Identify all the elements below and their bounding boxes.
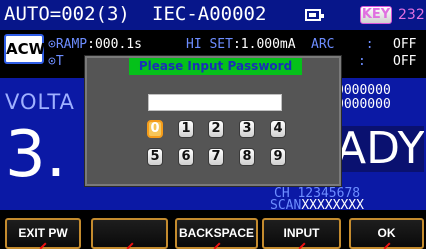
scan-values: XXXXXXXX [301, 198, 364, 213]
softkey-bar: EXIT PW BACKSPACE INPUT OK [0, 218, 426, 249]
softkey-2-button[interactable] [91, 218, 168, 249]
backspace-button[interactable]: BACKSPACE [175, 218, 258, 249]
arc-label: ARC [311, 37, 335, 52]
key-5[interactable]: 5 [147, 148, 163, 166]
auto-indicator: AUTO=002(3) [4, 3, 130, 25]
ok-label: OK [377, 226, 396, 240]
key-3[interactable]: 3 [239, 120, 255, 138]
dialog-title: Please Input Password [129, 58, 302, 75]
instrument-screen: AUTO=002(3) IEC-A00002 KEY 232 ACW ⊙RAMP… [0, 0, 426, 249]
softkey-pointer-icon [383, 242, 391, 249]
scan-label: SCAN [270, 198, 302, 213]
hiset-param: HI SET:1.000mA [186, 37, 296, 52]
backspace-label: BACKSPACE [178, 226, 255, 240]
input-button[interactable]: INPUT [262, 218, 341, 249]
key-7[interactable]: 7 [208, 148, 224, 166]
softkey-pointer-icon [39, 242, 47, 249]
key-4[interactable]: 4 [270, 120, 286, 138]
key-1[interactable]: 1 [178, 120, 194, 138]
scan-row: SCANXXXXXXXX [270, 199, 364, 212]
key-6[interactable]: 6 [178, 148, 194, 166]
battery-icon [305, 9, 324, 21]
mode-badge: ACW [4, 34, 45, 64]
test-name: IEC-A00002 [152, 3, 267, 25]
timer-param-label: ⊙T [48, 54, 64, 69]
key-8[interactable]: 8 [239, 148, 255, 166]
ramp-value: :000.1s [87, 37, 142, 52]
input-label: INPUT [283, 226, 320, 240]
interface-indicator: 232 [398, 7, 425, 23]
arc-param: ARC : [311, 37, 374, 52]
right-readout-bottom: 0000000 [336, 97, 391, 112]
right-readout: 0000000 0000000 [336, 84, 391, 112]
exit-password-button[interactable]: EXIT PW [5, 218, 81, 249]
softkey-pointer-icon [298, 242, 306, 249]
arc-value: OFF [393, 37, 417, 52]
status-bar: AUTO=002(3) IEC-A00002 KEY 232 [0, 0, 426, 30]
exit-password-label: EXIT PW [18, 226, 68, 240]
second-param-label: : [357, 54, 366, 69]
softkey-pointer-icon [126, 242, 134, 249]
key-lock-icon: KEY [360, 6, 392, 24]
ramp-param: ⊙RAMP:000.1s [48, 37, 142, 52]
password-dialog: Please Input Password 0 1 2 3 4 5 6 7 8 … [85, 56, 341, 186]
key-9[interactable]: 9 [270, 148, 286, 166]
password-input[interactable] [148, 94, 282, 111]
softkey-pointer-icon [213, 242, 221, 249]
hiset-value: :1.000mA [232, 37, 296, 52]
key-0[interactable]: 0 [147, 120, 163, 138]
voltage-reading: 3. [5, 118, 67, 192]
status-text: ADY [330, 126, 424, 172]
ok-button[interactable]: OK [349, 218, 424, 249]
arc-colon: : [365, 37, 374, 52]
right-readout-top: 0000000 [336, 83, 391, 98]
hiset-label: HI SET [186, 37, 233, 52]
voltage-label: VOLTA [5, 90, 75, 114]
second-param-value: OFF [393, 54, 417, 69]
ramp-label: ⊙RAMP [48, 37, 88, 52]
key-2[interactable]: 2 [208, 120, 224, 138]
